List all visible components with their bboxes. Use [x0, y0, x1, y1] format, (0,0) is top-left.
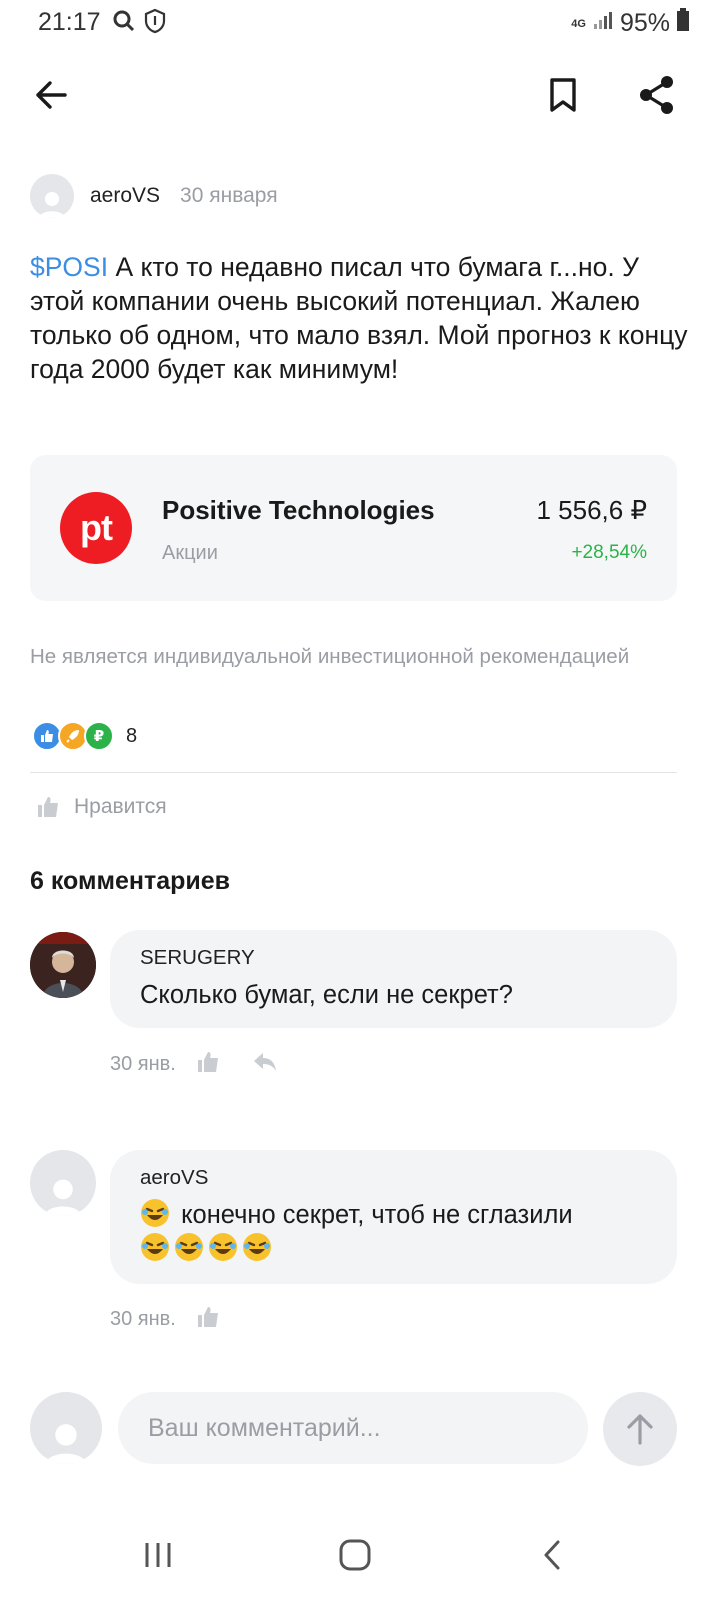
avatar — [30, 1392, 102, 1464]
comment-author[interactable]: SERUGERY — [140, 946, 647, 970]
instrument-type: Акции — [162, 542, 218, 564]
status-right: 4G 95% — [571, 8, 690, 39]
search-icon — [112, 8, 136, 39]
rofl-emoji-icon — [141, 1233, 169, 1261]
instrument-change: +28,54% — [571, 542, 647, 563]
instrument-logo: pt — [60, 492, 132, 564]
thumbs-up-icon — [197, 1052, 218, 1072]
recents-icon — [145, 1543, 171, 1567]
avatar[interactable] — [30, 1150, 96, 1216]
post-body: $POSI А кто то недавно писал что бумага … — [30, 250, 690, 386]
like-label: Нравится — [74, 795, 167, 818]
rofl-emoji-icon — [243, 1233, 271, 1261]
reactions-count: 8 — [126, 724, 138, 747]
comment-meta: 30 янв. — [110, 1305, 220, 1334]
divider — [30, 772, 677, 773]
post-date: 30 января — [180, 184, 278, 207]
comment-date: 30 янв. — [110, 1308, 176, 1330]
user-icon — [44, 1179, 82, 1216]
status-bar: 21:17 4G 95% — [0, 0, 720, 44]
ticker-link[interactable]: $POSI — [30, 252, 108, 282]
comment-like-button[interactable] — [196, 1305, 220, 1334]
instrument-price: 1 556,6 ₽ — [536, 495, 647, 525]
avatar[interactable] — [30, 932, 96, 998]
comment-bubble: SERUGERY Сколько бумаг, если не секрет? — [110, 930, 677, 1028]
user-icon — [39, 192, 65, 218]
comment-composer: Ваш комментарий... — [30, 1392, 677, 1466]
comment-meta: 30 янв. — [110, 1050, 278, 1079]
signal-icon — [592, 9, 614, 38]
instrument-name: Positive Technologies — [162, 495, 435, 525]
system-nav-bar — [0, 1510, 720, 1600]
chevron-left-icon — [544, 1540, 560, 1570]
comment-input[interactable]: Ваш комментарий... — [118, 1392, 588, 1464]
arrow-up-icon — [627, 1414, 653, 1445]
reactions-summary[interactable]: ₽ 8 — [32, 720, 137, 752]
post-author-name[interactable]: aeroVS — [90, 184, 160, 208]
comment-text-content: конечно секрет, чтоб не сглазили — [174, 1201, 573, 1229]
reply-icon — [253, 1053, 276, 1071]
instrument-card[interactable]: pt Positive Technologies Акции 1 556,6 ₽… — [30, 455, 677, 601]
post-text: А кто то недавно писал что бумага г...но… — [30, 252, 688, 384]
comment-reply-button[interactable] — [252, 1051, 278, 1078]
comment-text: конечно секрет, чтоб не сглазили — [140, 1198, 647, 1266]
disclaimer: Не является индивидуальной инвестиционно… — [30, 645, 630, 668]
comment-author[interactable]: aeroVS — [140, 1166, 647, 1190]
comment-date: 30 янв. — [110, 1053, 176, 1075]
rofl-emoji-icon — [175, 1233, 203, 1261]
avatar[interactable] — [30, 174, 74, 218]
recents-button[interactable] — [133, 1532, 183, 1578]
ruble-icon: ₽ — [84, 721, 114, 751]
post-author-row: aeroVS 30 января — [30, 172, 278, 220]
share-button[interactable] — [634, 72, 680, 118]
bookmark-icon — [550, 78, 576, 112]
back-nav-button[interactable] — [527, 1532, 577, 1578]
battery-icon — [676, 8, 690, 39]
battery-label: 95% — [619, 9, 670, 37]
status-time: 21:17 — [38, 8, 101, 36]
thumbs-up-icon — [38, 797, 58, 817]
bookmark-button[interactable] — [540, 72, 586, 118]
send-button[interactable] — [603, 1392, 677, 1466]
share-icon — [640, 76, 673, 114]
comment-bubble: aeroVS конечно секрет, чтоб не сглазили — [110, 1150, 677, 1284]
home-button[interactable] — [330, 1532, 380, 1578]
network-label: 4G — [571, 17, 586, 30]
shield-icon — [144, 8, 166, 39]
comments-title: 6 комментариев — [30, 867, 231, 895]
home-icon — [339, 1539, 371, 1571]
comment-text: Сколько бумаг, если не секрет? — [140, 981, 513, 1009]
comment-like-button[interactable] — [196, 1050, 220, 1079]
top-bar — [0, 60, 720, 130]
rofl-emoji-icon — [141, 1199, 169, 1227]
rofl-emoji-icon — [209, 1233, 237, 1261]
like-button[interactable]: Нравится — [36, 795, 167, 819]
arrow-left-icon — [36, 81, 67, 109]
user-icon — [46, 1424, 86, 1464]
user-photo-icon — [30, 932, 96, 998]
thumbs-up-icon — [197, 1307, 218, 1327]
back-button[interactable] — [28, 72, 74, 118]
